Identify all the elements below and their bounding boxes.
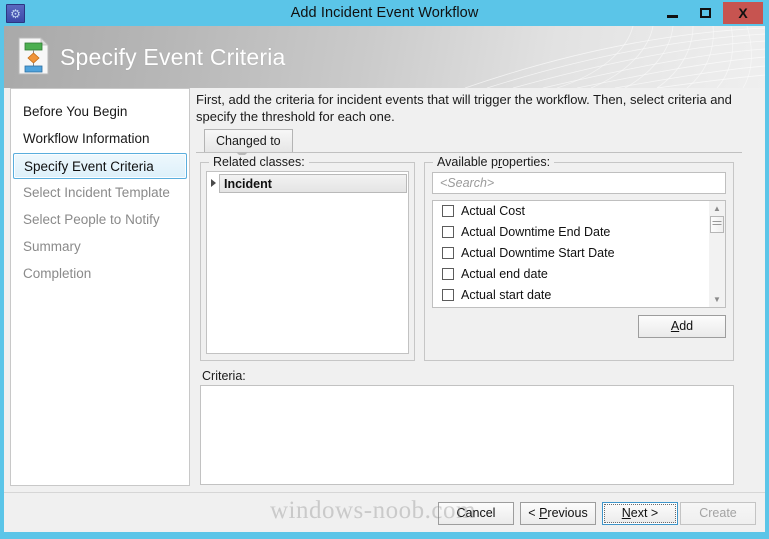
list-item: Actual end date bbox=[433, 264, 725, 285]
instructions-text: First, add the criteria for incident eve… bbox=[196, 92, 732, 124]
content-pane: First, add the criteria for incident eve… bbox=[194, 88, 759, 486]
sidebar-item-select-people-to-notify[interactable]: Select People to Notify bbox=[13, 207, 187, 233]
tab-strip: Changed to bbox=[196, 129, 742, 153]
create-button: Create bbox=[680, 502, 756, 525]
tab-changed-to[interactable]: Changed to bbox=[204, 129, 293, 152]
header-banner: Specify Event Criteria bbox=[4, 26, 765, 88]
dialog-body: Before You Begin Workflow Information Sp… bbox=[4, 88, 765, 492]
sidebar-item-specify-event-criteria[interactable]: Specify Event Criteria bbox=[13, 153, 187, 179]
list-item: Actual Cost bbox=[433, 201, 725, 222]
scrollbar-grip bbox=[712, 221, 722, 227]
previous-button[interactable]: < Previous bbox=[520, 502, 596, 525]
banner-mesh-decoration bbox=[464, 26, 765, 88]
dialog-footer: Cancel < Previous Next > Create bbox=[4, 492, 765, 532]
properties-scrollbar[interactable]: ▲ ▼ bbox=[709, 201, 725, 307]
add-button[interactable]: Add bbox=[638, 315, 726, 338]
list-item: Actual Downtime End Date bbox=[433, 222, 725, 243]
search-input[interactable]: <Search> bbox=[432, 172, 726, 194]
criteria-label: Criteria: bbox=[202, 369, 246, 383]
list-item: Actual start date bbox=[433, 285, 725, 306]
minimize-button[interactable] bbox=[657, 2, 688, 24]
next-button-focus-ring: Next > bbox=[604, 504, 676, 523]
sidebar-item-select-incident-template[interactable]: Select Incident Template bbox=[13, 180, 187, 206]
search-placeholder: <Search> bbox=[440, 176, 495, 190]
tree-expander-icon[interactable] bbox=[211, 179, 216, 187]
list-item-label: Actual Cost bbox=[461, 204, 525, 218]
scroll-up-icon[interactable]: ▲ bbox=[709, 202, 725, 215]
checkbox[interactable] bbox=[442, 268, 454, 280]
list-item-label: Actual start date bbox=[461, 288, 552, 302]
scrollbar-thumb[interactable] bbox=[710, 216, 724, 233]
criteria-area[interactable] bbox=[200, 385, 734, 485]
list-item: Actual Work Hours bbox=[433, 306, 725, 307]
close-icon: X bbox=[738, 5, 748, 21]
next-button[interactable]: Next > bbox=[602, 502, 678, 525]
list-item: Actual Downtime Start Date bbox=[433, 243, 725, 264]
list-item[interactable]: Incident bbox=[219, 174, 407, 193]
title-bar: ⚙ Add Incident Event Workflow X bbox=[0, 0, 769, 26]
list-item-label: Actual Downtime Start Date bbox=[461, 246, 615, 260]
sidebar-item-workflow-information[interactable]: Workflow Information bbox=[13, 126, 187, 152]
checkbox[interactable] bbox=[442, 205, 454, 217]
page-title: Specify Event Criteria bbox=[60, 44, 286, 70]
sidebar-item-summary[interactable]: Summary bbox=[13, 234, 187, 260]
related-classes-legend: Related classes: bbox=[209, 155, 309, 169]
maximize-icon bbox=[700, 8, 711, 18]
list-item-label: Actual Downtime End Date bbox=[461, 225, 611, 239]
maximize-button[interactable] bbox=[690, 2, 721, 24]
checkbox[interactable] bbox=[442, 289, 454, 301]
available-properties-list[interactable]: Actual Cost Actual Downtime End Date Act… bbox=[432, 200, 726, 308]
available-properties-group: Available properties: <Search> Actual Co… bbox=[424, 155, 734, 361]
available-properties-legend: Available properties: bbox=[433, 155, 555, 169]
checkbox[interactable] bbox=[442, 247, 454, 259]
related-classes-list[interactable]: Incident bbox=[206, 171, 409, 354]
related-classes-group: Related classes: Incident bbox=[200, 155, 415, 361]
window-title: Add Incident Event Workflow bbox=[290, 5, 479, 21]
dialog-window: ⚙ Add Incident Event Workflow X Specify … bbox=[0, 0, 769, 539]
list-item-label: Actual end date bbox=[461, 267, 548, 281]
sidebar-item-completion[interactable]: Completion bbox=[13, 261, 187, 287]
minimize-icon bbox=[667, 14, 678, 18]
workflow-document-icon bbox=[18, 37, 49, 75]
checkbox[interactable] bbox=[442, 226, 454, 238]
close-button[interactable]: X bbox=[723, 2, 763, 24]
scroll-down-icon[interactable]: ▼ bbox=[709, 293, 725, 306]
cancel-button[interactable]: Cancel bbox=[438, 502, 514, 525]
wizard-step-list: Before You Begin Workflow Information Sp… bbox=[10, 88, 190, 486]
